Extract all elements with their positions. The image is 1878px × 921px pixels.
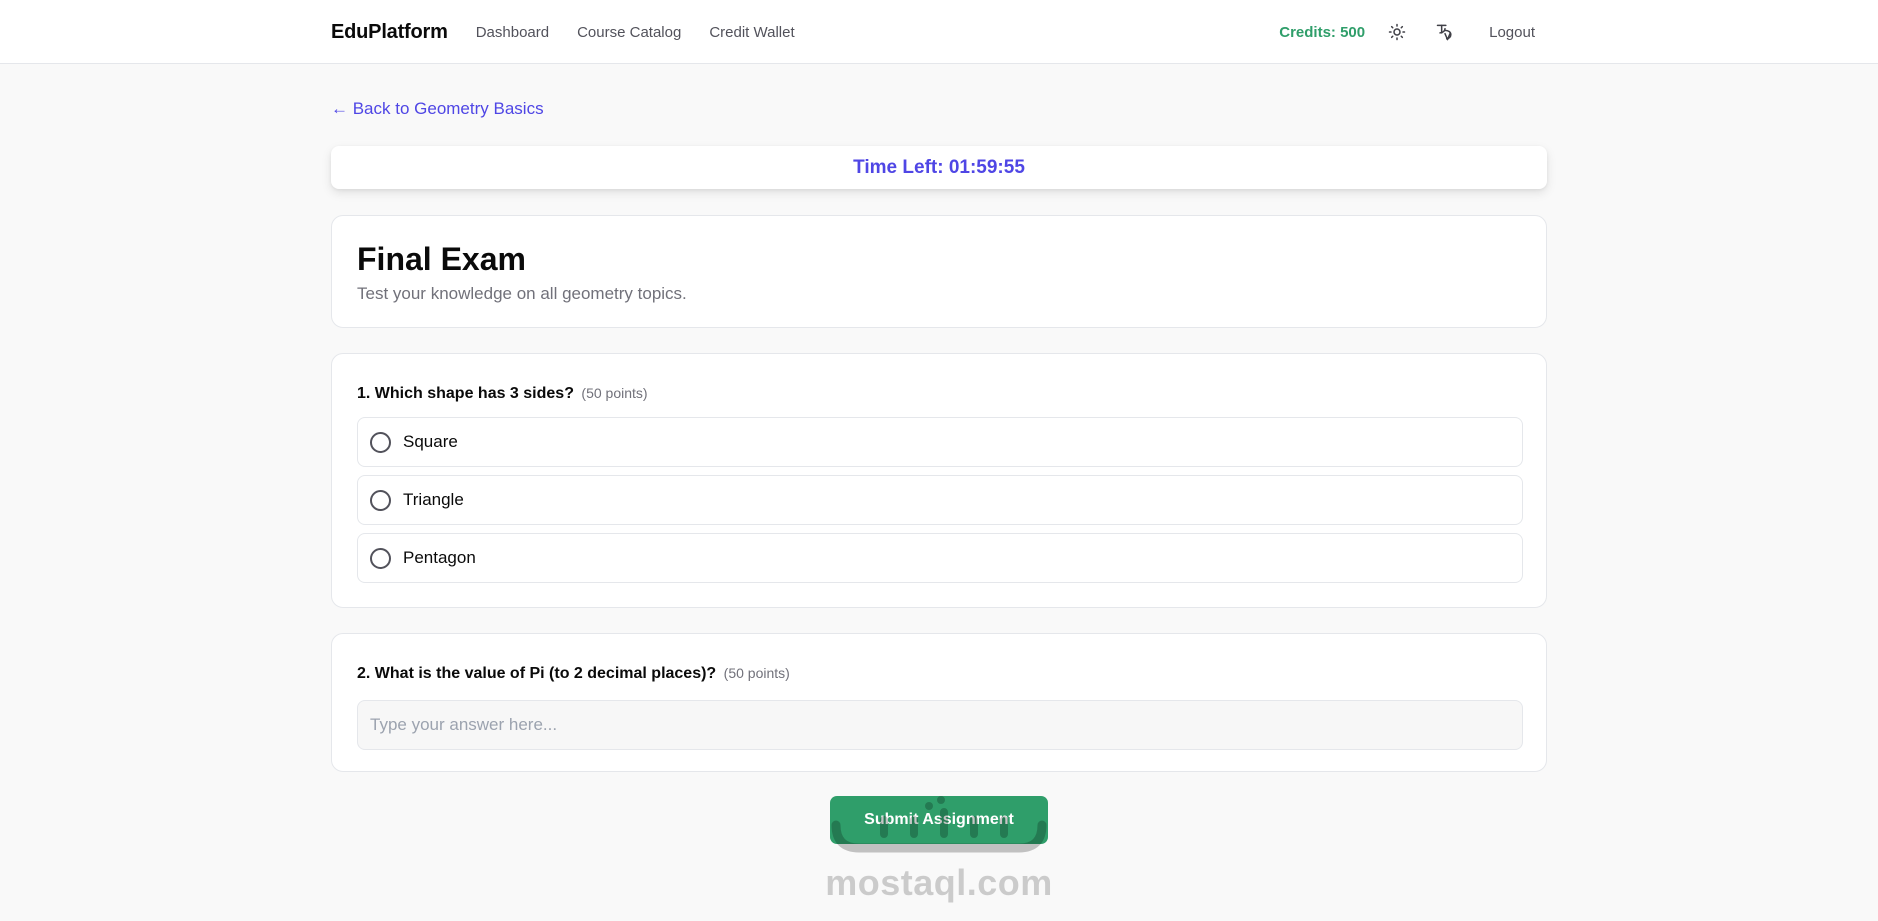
question-2-text: 2. What is the value of Pi (to 2 decimal… xyxy=(357,665,717,682)
page-title: Final Exam xyxy=(357,241,526,277)
back-to-course-link[interactable]: ← Back to Geometry Basics xyxy=(331,99,544,119)
navbar-inner: EduPlatform Dashboard Course Catalog Cre… xyxy=(331,0,1547,64)
question-1-title: 1. Which shape has 3 sides? (50 points) xyxy=(357,381,1521,405)
option-label: Pentagon xyxy=(403,548,476,567)
sun-icon xyxy=(1388,23,1406,41)
brand-logo[interactable]: EduPlatform xyxy=(331,21,448,44)
radio-button[interactable] xyxy=(370,431,391,453)
question-1-points: (50 points) xyxy=(581,385,648,401)
option-pentagon[interactable]: Pentagon xyxy=(357,533,1523,583)
time-left-banner: Time Left: 01:59:55 xyxy=(331,146,1547,189)
nav-link-course-catalog[interactable]: Course Catalog xyxy=(577,24,681,41)
logout-button[interactable]: Logout xyxy=(1477,18,1547,47)
exam-header-card: Final Exam Test your knowledge on all ge… xyxy=(331,215,1547,328)
nav-link-dashboard[interactable]: Dashboard xyxy=(476,24,549,41)
credits-balance: Credits: 500 xyxy=(1279,23,1366,41)
question-card-2: 2. What is the value of Pi (to 2 decimal… xyxy=(331,633,1547,772)
theme-toggle-button[interactable] xyxy=(1381,16,1413,48)
answer-input[interactable] xyxy=(357,700,1523,750)
radio-button[interactable] xyxy=(370,489,391,511)
top-navbar: EduPlatform Dashboard Course Catalog Cre… xyxy=(0,0,1878,64)
option-square[interactable]: Square xyxy=(357,417,1523,467)
watermark-text: mostaql.com xyxy=(825,862,1053,903)
translate-icon xyxy=(1436,24,1452,41)
option-label: Square xyxy=(403,432,458,451)
question-1-text: 1. Which shape has 3 sides? xyxy=(357,385,574,402)
exam-description: Test your knowledge on all geometry topi… xyxy=(357,284,687,303)
option-label: Triangle xyxy=(403,490,464,509)
nav-link-credit-wallet[interactable]: Credit Wallet xyxy=(709,24,794,41)
submit-assignment-button[interactable]: Submit Assignment xyxy=(830,796,1048,844)
question-2-points: (50 points) xyxy=(723,665,790,681)
radio-button[interactable] xyxy=(370,547,391,569)
language-toggle-button[interactable] xyxy=(1429,16,1461,48)
option-triangle[interactable]: Triangle xyxy=(357,475,1523,525)
question-card-1: 1. Which shape has 3 sides? (50 points) … xyxy=(331,353,1547,608)
question-2-title: 2. What is the value of Pi (to 2 decimal… xyxy=(357,661,1521,685)
navbar-right: Credits: 500 Logout xyxy=(1279,16,1547,48)
